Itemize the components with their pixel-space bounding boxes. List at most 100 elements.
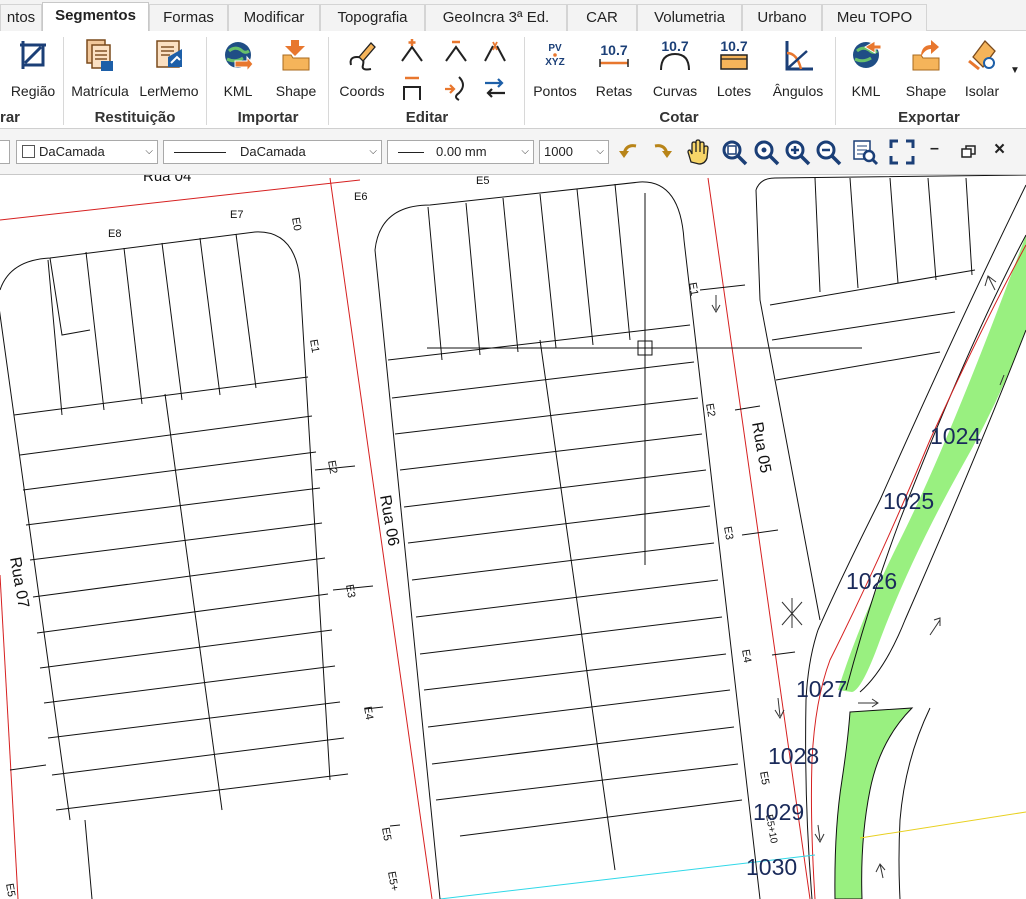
vertex-break-icon[interactable]	[482, 38, 508, 64]
retas-icon-text: 10.7	[600, 42, 627, 58]
restore-window-icon[interactable]	[961, 145, 977, 159]
station-label: E5	[3, 882, 17, 897]
ribbon-separator	[206, 37, 207, 125]
station-label: E4	[361, 705, 375, 720]
shape-import-button[interactable]: Shape	[268, 37, 324, 107]
ribbon-tabs: ntos Segmentos Formas Modificar Topograf…	[0, 0, 1026, 32]
segment-join-icon[interactable]	[443, 75, 469, 101]
tab-urbano[interactable]: Urbano	[742, 4, 822, 31]
tab-car[interactable]: CAR	[567, 4, 637, 31]
segment-move-icon[interactable]	[399, 75, 425, 101]
zoom-extents-icon[interactable]	[851, 138, 879, 166]
folder-export-icon	[912, 40, 940, 71]
pv-icon-text: PV	[548, 43, 562, 54]
angulos-label: Ângulos	[772, 83, 824, 99]
shape-export-label: Shape	[905, 83, 947, 99]
globe-arrow-icon	[225, 42, 254, 73]
pontos-label: Pontos	[533, 83, 577, 99]
linetype-combo[interactable]: DaCamada ⌵	[163, 140, 382, 164]
tab-topografia[interactable]: Topografia	[320, 4, 425, 31]
coords-label: Coords	[339, 83, 385, 99]
group-label-exportar: Exportar	[898, 109, 960, 126]
xyz-icon-text: XYZ	[545, 57, 564, 68]
linetype-sample-icon	[174, 152, 226, 153]
pontos-button[interactable]: PV XYZ Pontos	[528, 37, 582, 107]
tab-geoincra[interactable]: GeoIncra 3ª Ed.	[425, 4, 567, 31]
kml-import-label: KML	[223, 83, 253, 99]
globe-export-icon	[853, 40, 882, 68]
minimize-button[interactable]: –	[930, 140, 939, 158]
angulos-button[interactable]: Ângulos	[766, 37, 830, 107]
group-label-editar: Editar	[405, 109, 449, 126]
matricula-button[interactable]: Matrícula	[68, 37, 132, 107]
scale-combo-value: 1000	[544, 144, 573, 159]
memo-reader-icon	[156, 40, 182, 68]
ribbon-separator	[328, 37, 329, 125]
segment-reverse-icon[interactable]	[482, 75, 508, 101]
station-label: E1	[307, 338, 321, 353]
redo-icon[interactable]	[647, 138, 675, 166]
lotes-icon-text: 10.7	[720, 38, 747, 54]
color-combo-value: DaCamada	[39, 144, 105, 159]
point-xyz-icon: PV XYZ	[545, 43, 564, 68]
kml-import-button[interactable]: KML	[212, 37, 264, 107]
retas-button[interactable]: 10.7 Retas	[588, 37, 640, 107]
isolar-button[interactable]: Isolar	[958, 37, 1006, 107]
point-number: 1025	[883, 488, 934, 514]
tab-pontos[interactable]: ntos	[0, 4, 42, 31]
zoom-center-icon[interactable]	[752, 138, 780, 166]
kml-export-button[interactable]: KML	[840, 37, 892, 107]
lotes-button[interactable]: 10.7 Lotes	[708, 37, 760, 107]
tab-formas[interactable]: Formas	[149, 4, 228, 31]
close-button[interactable]: ×	[994, 139, 1005, 161]
point-number: 1030	[746, 854, 797, 880]
vertex-add-icon[interactable]	[399, 38, 425, 64]
point-number: 1028	[768, 743, 819, 769]
tab-modificar[interactable]: Modificar	[228, 4, 320, 31]
matricula-label: Matrícula	[71, 83, 129, 99]
layer-combo-edge[interactable]	[0, 140, 10, 164]
coords-button[interactable]: Coords	[334, 37, 390, 107]
curvas-label: Curvas	[652, 83, 698, 99]
pencil-curve-icon	[349, 42, 376, 71]
tab-meu-topo[interactable]: Meu TOPO	[822, 4, 927, 31]
shape-export-button[interactable]: Shape	[898, 37, 954, 107]
folder-arrow-icon	[282, 40, 310, 71]
group-label-restituicao: Restituição	[94, 109, 176, 126]
street-label-rua06: Rua 06	[376, 494, 402, 548]
pan-hand-icon[interactable]	[683, 138, 711, 166]
lineweight-combo-value: 0.00 mm	[436, 144, 487, 159]
regiao-label: Região	[10, 83, 56, 99]
lineweight-combo[interactable]: 0.00 mm ⌵	[387, 140, 534, 164]
ribbon-separator	[524, 37, 525, 125]
green-median-lower	[834, 707, 914, 899]
zoom-window-icon[interactable]	[720, 138, 748, 166]
station-label: E6	[354, 191, 367, 203]
isolar-label: Isolar	[964, 83, 1000, 99]
ribbon-separator	[63, 37, 64, 125]
station-label: E5	[757, 770, 771, 785]
fullscreen-icon[interactable]	[888, 138, 916, 166]
regiao-button[interactable]: Região	[6, 37, 60, 107]
cad-drawing[interactable]: Rua 04 Rua 05 Rua 06 Rua 07 E8 E7 E6 E5 …	[0, 175, 1026, 899]
tab-segmentos[interactable]: Segmentos	[42, 2, 149, 32]
lermemo-button[interactable]: LerMemo	[136, 37, 202, 107]
region-crop-icon	[20, 41, 46, 69]
drawing-canvas[interactable]: Rua 04 Rua 05 Rua 06 Rua 07 E8 E7 E6 E5 …	[0, 175, 1026, 899]
station-label: E7	[230, 209, 243, 221]
zoom-in-icon[interactable]	[783, 138, 811, 166]
color-swatch-icon	[22, 145, 35, 158]
zoom-out-icon[interactable]	[814, 138, 842, 166]
tab-volumetria[interactable]: Volumetria	[637, 4, 742, 31]
vertex-remove-icon[interactable]	[443, 38, 469, 64]
scale-combo[interactable]: 1000 ⌵	[539, 140, 609, 164]
chevron-down-icon: ⌵	[596, 146, 604, 157]
point-number: 1024	[930, 423, 981, 449]
dimension-arc-icon: 10.7	[660, 38, 690, 71]
retas-label: Retas	[595, 83, 633, 99]
street-label-rua04: Rua 04	[143, 175, 191, 185]
ribbon-overflow-icon[interactable]: ▼	[1010, 65, 1020, 76]
undo-icon[interactable]	[616, 138, 644, 166]
curvas-button[interactable]: 10.7 Curvas	[646, 37, 704, 107]
color-combo[interactable]: DaCamada ⌵	[16, 140, 158, 164]
